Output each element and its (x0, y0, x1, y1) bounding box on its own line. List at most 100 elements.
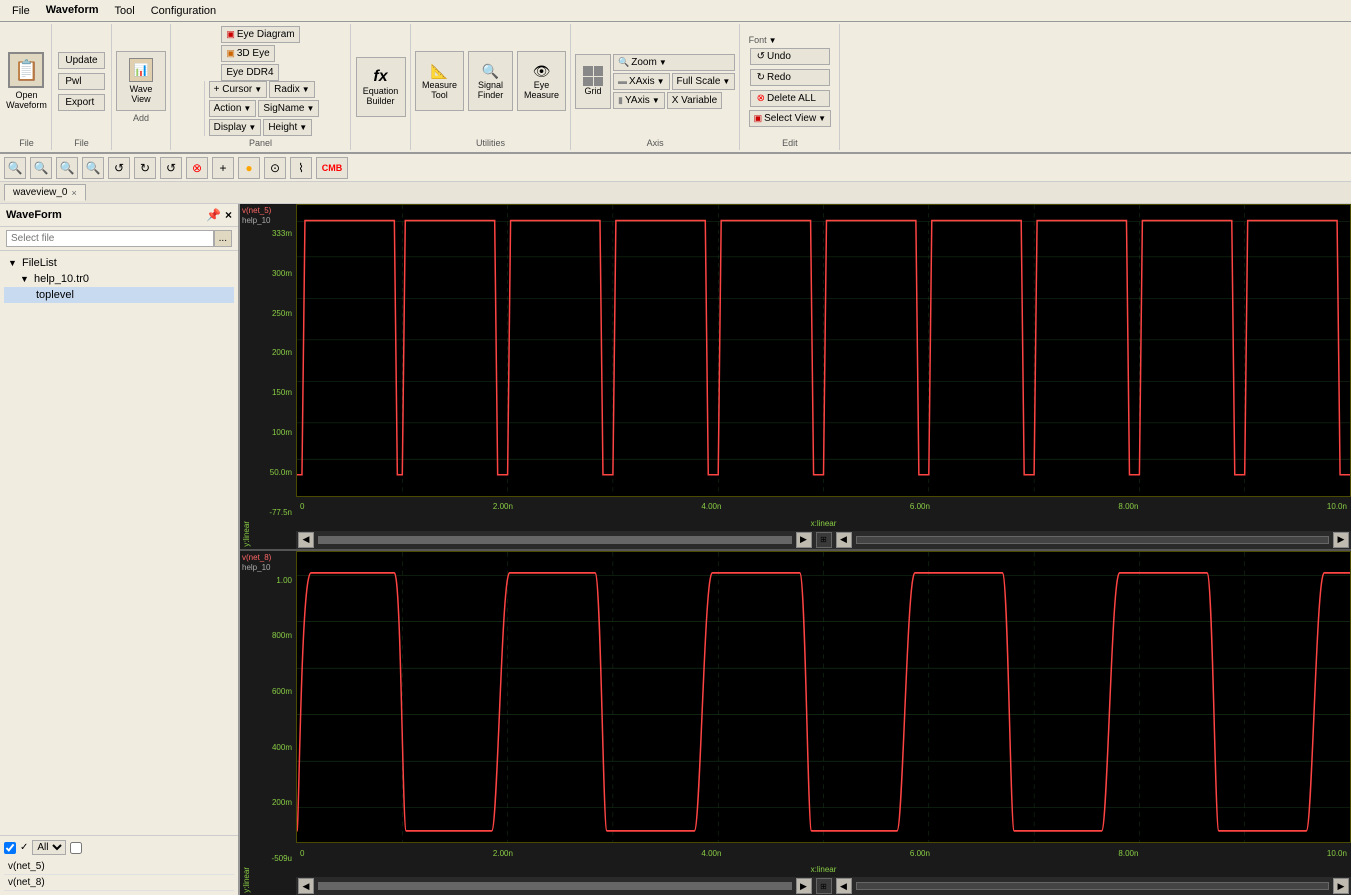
select-view-button[interactable]: ▣ Select View ▼ (749, 110, 832, 127)
chart1-ctrl4[interactable]: ▶ (1333, 532, 1349, 548)
radix-button[interactable]: Radix ▼ (269, 81, 315, 98)
chart1-scrolltrack2[interactable] (856, 536, 1330, 544)
height-button[interactable]: Height ▼ (263, 119, 312, 136)
add-btn[interactable]: + (212, 157, 234, 179)
menu-tool[interactable]: Tool (107, 3, 143, 19)
chart2-scrolltrack[interactable] (318, 882, 792, 890)
signal-finder-button[interactable]: 🔍 SignalFinder (468, 51, 513, 111)
3d-eye-button[interactable]: ▣ 3D Eye (221, 45, 274, 62)
update-button[interactable]: Update (58, 52, 104, 69)
axis-label: Axis (647, 138, 664, 148)
zoom-in-4-btn[interactable]: 🔍 (82, 157, 104, 179)
cmb-btn[interactable]: CMB (316, 157, 348, 179)
display-button[interactable]: Display ▼ (209, 119, 262, 136)
target-btn[interactable]: ⊙ (264, 157, 286, 179)
yaxis-arrow: ▼ (652, 96, 660, 105)
tab-close-btn[interactable]: × (71, 188, 76, 198)
circle-btn[interactable]: ● (238, 157, 260, 179)
chart1-scrollthumb[interactable] (319, 537, 791, 543)
eq-builder-label: EquationBuilder (363, 86, 399, 106)
sidebar-search: ... (0, 227, 238, 251)
signal-item-net8[interactable]: v(net_8) (4, 875, 234, 891)
cursor-button[interactable]: + Cursor ▼ (209, 81, 268, 98)
signal-item-net5[interactable]: v(net_5) (4, 859, 234, 875)
tree-file[interactable]: ▼ help_10.tr0 (4, 271, 234, 287)
chart2-scrollthumb[interactable] (319, 883, 791, 889)
chart2-x3: 6.00n (910, 849, 930, 858)
chart1-ctrl3[interactable]: ◀ (836, 532, 852, 548)
sidebar-icons: 📌 × (206, 208, 232, 222)
menu-waveform[interactable]: Waveform (38, 2, 107, 20)
signal-finder-label: SignalFinder (478, 80, 504, 100)
search-dots-btn[interactable]: ... (214, 230, 232, 247)
zoom-in-2-btn[interactable]: 🔍 (30, 157, 52, 179)
select-view-icon: ▣ (754, 113, 763, 124)
redo-btn[interactable]: ↻ (134, 157, 156, 179)
line-btn[interactable]: ⌇ (290, 157, 312, 179)
filter-checkbox[interactable] (4, 842, 16, 854)
toolbar-file-icon-group: 📋 OpenWaveform File (2, 24, 52, 150)
export-button[interactable]: Export (58, 94, 104, 111)
chart1-canvas[interactable] (296, 204, 1351, 497)
chart2-x2: 4.00n (701, 849, 721, 858)
cursor-arrow: ▼ (254, 85, 262, 94)
chart2-canvas[interactable] (296, 551, 1351, 844)
eye-ddr4-button[interactable]: Eye DDR4 (221, 64, 278, 81)
signame-button[interactable]: SigName ▼ (258, 100, 319, 117)
chart1-y7: -77.5n (269, 508, 292, 517)
yaxis-button[interactable]: ▮ YAxis ▼ (613, 92, 665, 109)
filter-checkbox2[interactable] (70, 842, 82, 854)
chart2-ctrl2[interactable]: ▶ (796, 878, 812, 894)
menu-configuration[interactable]: Configuration (143, 3, 224, 19)
pwl-button[interactable]: Pwl (58, 73, 104, 90)
tree-module[interactable]: toplevel (4, 287, 234, 303)
panel-label: Panel (249, 138, 272, 148)
eye-measure-button[interactable]: 👁 EyeMeasure (517, 51, 566, 111)
chart2-corner[interactable]: ⊞ (816, 878, 832, 894)
undo2-btn[interactable]: ↺ (160, 157, 182, 179)
tab-label: waveview_0 (13, 187, 67, 198)
chart1-x5: 10.0n (1327, 502, 1347, 511)
action-button[interactable]: Action ▼ (209, 100, 257, 117)
chart2-plot-area: 0 2.00n 4.00n 6.00n 8.00n 10.0n x:linear (296, 551, 1351, 895)
sidebar-close-icon[interactable]: × (225, 208, 232, 222)
chart1-x2: 4.00n (701, 502, 721, 511)
chart1-xlabels: 0 2.00n 4.00n 6.00n 8.00n 10.0n (296, 502, 1351, 511)
chart1-ctrl2[interactable]: ▶ (796, 532, 812, 548)
delete-all-button[interactable]: ⊗ Delete ALL (750, 90, 831, 107)
chart2-scrolltrack2[interactable] (856, 882, 1330, 890)
zoom-button[interactable]: 🔍 Zoom ▼ (613, 54, 735, 71)
sidebar-pin-icon[interactable]: 📌 (206, 208, 221, 222)
waveview-tab[interactable]: waveview_0 × (4, 184, 86, 201)
zoom-in-btn[interactable]: 🔍 (4, 157, 26, 179)
full-scale-button[interactable]: Full Scale ▼ (672, 73, 736, 90)
search-input[interactable] (6, 230, 214, 247)
chart1-corner[interactable]: ⊞ (816, 532, 832, 548)
full-scale-arrow: ▼ (722, 77, 730, 86)
chart2-ctrl3[interactable]: ◀ (836, 878, 852, 894)
chart1-scrolltrack[interactable] (318, 536, 792, 544)
zoom-in-3-btn[interactable]: 🔍 (56, 157, 78, 179)
undo-button[interactable]: ↺ Undo (750, 48, 831, 65)
grid-button[interactable]: Grid (575, 54, 611, 109)
wave-view-button[interactable]: 📊 WaveView (116, 51, 166, 111)
sidebar: WaveForm 📌 × ... ▼ FileList ▼ help_10.tr… (0, 204, 240, 895)
chart1-signal: v(net_5) (242, 206, 294, 215)
chart1-y3: 200m (272, 348, 292, 357)
chart1-ctrl1[interactable]: ◀ (298, 532, 314, 548)
chart2-ctrl1[interactable]: ◀ (298, 878, 314, 894)
redo-button[interactable]: ↻ Redo (750, 69, 831, 86)
eq-builder-button[interactable]: fx EquationBuilder (356, 57, 406, 117)
x-variable-button[interactable]: X Variable (667, 92, 722, 109)
undo-btn[interactable]: ↺ (108, 157, 130, 179)
chart2-ctrl4[interactable]: ▶ (1333, 878, 1349, 894)
zoom-arrow: ▼ (659, 58, 667, 67)
chart-area: v(net_5) help_10 333m 300m 250m 200m 150… (240, 204, 1351, 895)
xaxis-button[interactable]: ▬ XAxis ▼ (613, 73, 669, 90)
stop-btn[interactable]: ⊗ (186, 157, 208, 179)
tree-filelist[interactable]: ▼ FileList (4, 255, 234, 271)
eye-diagram-button[interactable]: ▣ Eye Diagram (221, 26, 299, 43)
menu-file[interactable]: File (4, 3, 38, 19)
undo-icon: ↺ (757, 51, 765, 62)
measure-tool-button[interactable]: 📐 MeasureTool (415, 51, 464, 111)
